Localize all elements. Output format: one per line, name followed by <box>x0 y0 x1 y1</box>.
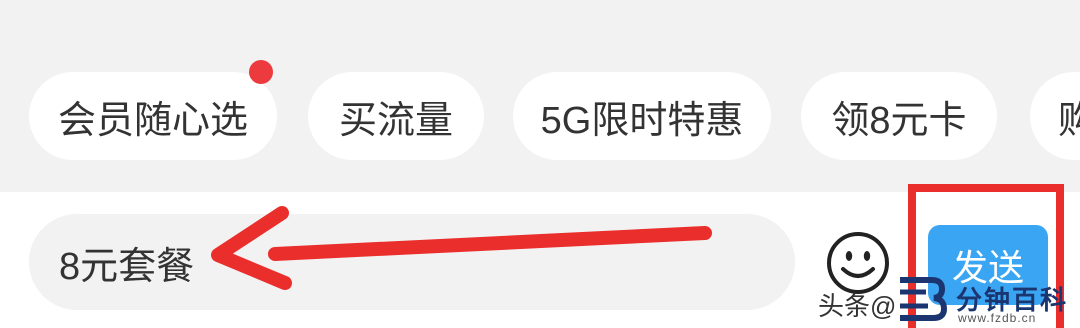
chip-label: 购 <box>1058 99 1080 142</box>
quick-chips-bar: 会员随心选 买流量 5G限时特惠 领8元卡 购 <box>0 0 1080 192</box>
chip-label: 5G限时特惠 <box>540 99 744 142</box>
chip-label: 领8元卡 <box>831 99 967 142</box>
chip-get-card[interactable]: 领8元卡 <box>801 72 997 160</box>
message-input-value: 8元套餐 <box>59 245 195 288</box>
chip-buy-data[interactable]: 买流量 <box>308 72 484 160</box>
chip-5g-offer[interactable]: 5G限时特惠 <box>513 72 771 160</box>
watermark-prefix: 头条@ <box>818 291 897 321</box>
chip-label: 买流量 <box>338 99 453 142</box>
chat-screen: 会员随心选 买流量 5G限时特惠 领8元卡 购 8元套餐 发送 头条@ 分钟百科… <box>0 0 1080 328</box>
watermark-url: www.fzdb.cn <box>958 311 1037 325</box>
chip-buy[interactable]: 购 <box>1030 72 1080 160</box>
annotation-arrow <box>211 206 712 290</box>
chip-label: 会员随心选 <box>57 99 248 142</box>
brand-logo-icon <box>900 277 948 321</box>
notification-badge <box>249 60 273 84</box>
chip-member-choice[interactable]: 会员随心选 <box>29 72 277 160</box>
